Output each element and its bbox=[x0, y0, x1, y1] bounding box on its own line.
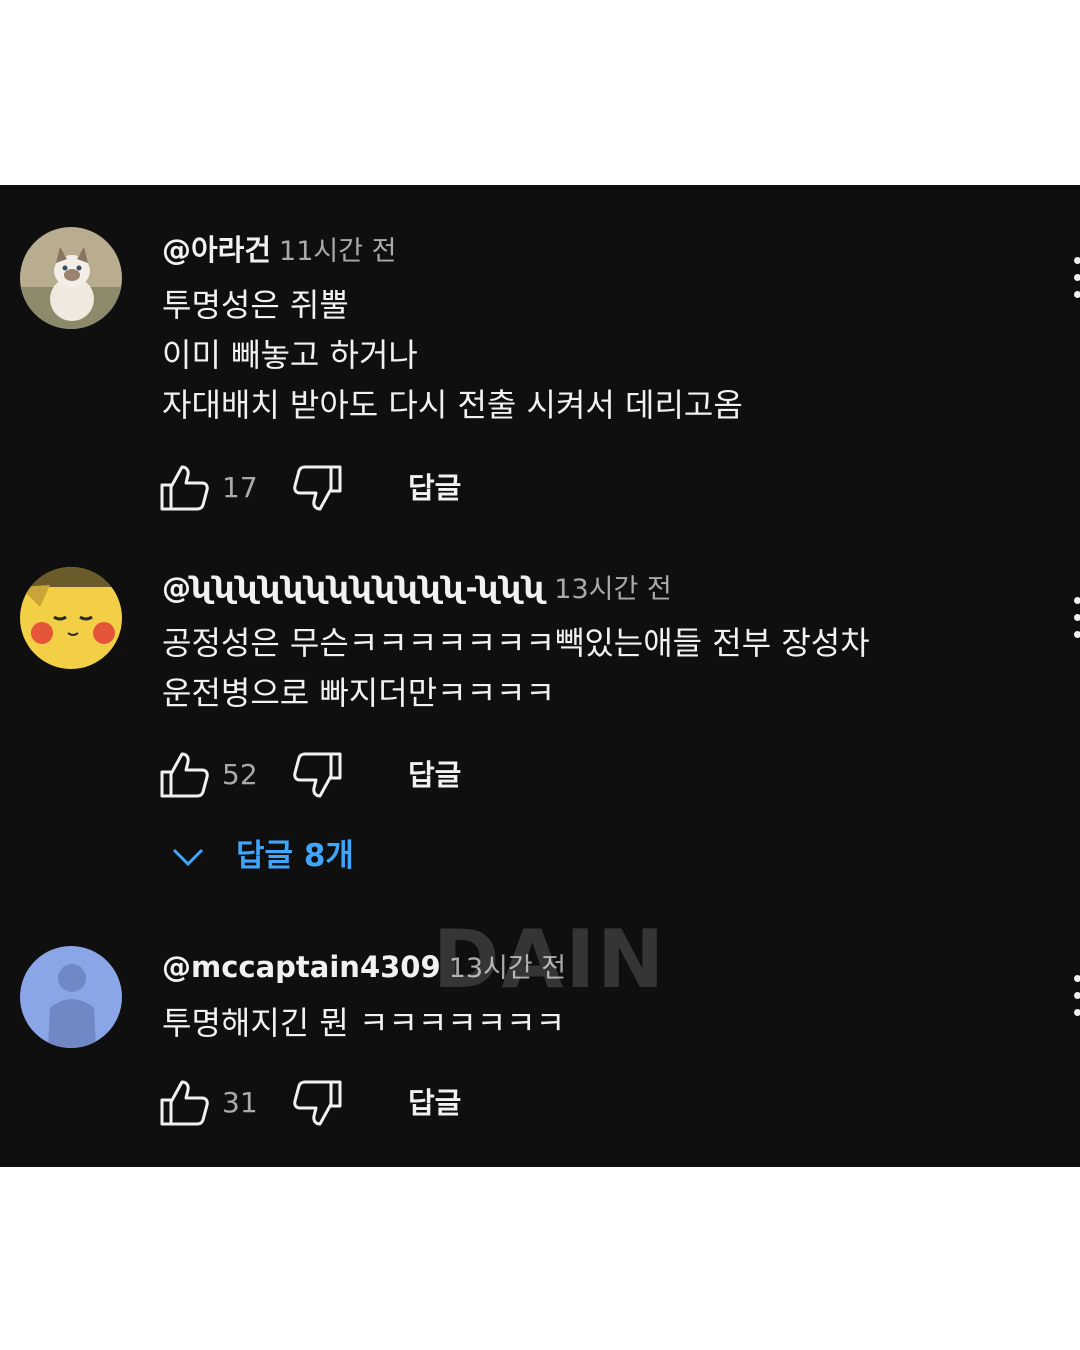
more-options-icon[interactable] bbox=[1070, 597, 1080, 641]
reply-button[interactable]: 답글 bbox=[408, 750, 461, 800]
like-button[interactable] bbox=[158, 463, 210, 513]
thumbs-up-icon bbox=[160, 465, 209, 511]
thumbs-down-icon bbox=[293, 752, 342, 798]
comment-text: 투명해지긴 뭔 ㅋㅋㅋㅋㅋㅋㅋ bbox=[162, 998, 565, 1048]
comment-actions: 31 답글 bbox=[158, 1078, 558, 1128]
reply-button[interactable]: 답글 bbox=[408, 463, 461, 513]
more-options-icon[interactable] bbox=[1070, 975, 1080, 1019]
comment-text: 공정성은 무슨ㅋㅋㅋㅋㅋㅋㅋ빽있는애들 전부 장성차 운전병으로 빠지더만ㅋㅋㅋ… bbox=[162, 618, 870, 718]
comments-panel: @아라건 11시간 전 투명성은 쥐뿔 이미 빼놓고 하거나 자대배치 받아도 다… bbox=[0, 185, 1080, 1167]
comment-text-line: 이미 빼놓고 하거나 bbox=[162, 336, 418, 374]
thumbs-down-icon bbox=[293, 465, 342, 511]
avatar[interactable] bbox=[20, 227, 122, 329]
comment-text: 투명성은 쥐뿔 이미 빼놓고 하거나 자대배치 받아도 다시 전출 시켜서 데리… bbox=[162, 280, 743, 430]
like-count: 31 bbox=[222, 1086, 258, 1119]
comment-text-line: 자대배치 받아도 다시 전출 시켜서 데리고옴 bbox=[162, 386, 743, 424]
thumbs-up-icon bbox=[160, 1080, 209, 1126]
comment-text-line: 투명성은 쥐뿔 bbox=[162, 286, 349, 324]
comment-actions: 52 답글 bbox=[158, 750, 558, 800]
avatar[interactable] bbox=[20, 946, 122, 1048]
comment-text-line: 투명해지긴 뭔 ㅋㅋㅋㅋㅋㅋㅋ bbox=[162, 1004, 566, 1042]
pikachu-avatar-icon bbox=[20, 567, 122, 669]
comment-header: @ʯʯʯʯʯʯʯʯʯʯʯʯ-ʯʯʯ 13시간 전 bbox=[162, 566, 672, 610]
comment-time[interactable]: 13시간 전 bbox=[554, 574, 671, 605]
comment-header: @아라건 11시간 전 bbox=[162, 228, 397, 272]
more-options-icon[interactable] bbox=[1070, 257, 1080, 301]
avatar[interactable] bbox=[20, 567, 122, 669]
dislike-button[interactable] bbox=[292, 463, 344, 513]
comment-actions: 17 답글 bbox=[158, 463, 558, 513]
comment-author[interactable]: @mccaptain4309 bbox=[162, 950, 441, 984]
like-button[interactable] bbox=[158, 1078, 210, 1128]
like-button[interactable] bbox=[158, 750, 210, 800]
comment-time[interactable]: 13시간 전 bbox=[449, 953, 566, 984]
comment-text-line: 운전병으로 빠지더만ㅋㅋㅋㅋ bbox=[162, 674, 555, 712]
thumbs-up-icon bbox=[160, 752, 209, 798]
comment-author[interactable]: @아라건 bbox=[162, 233, 271, 267]
thumbs-down-icon bbox=[293, 1080, 342, 1126]
comment-text-line: 공정성은 무슨ㅋㅋㅋㅋㅋㅋㅋ빽있는애들 전부 장성차 bbox=[162, 624, 870, 662]
comment-time[interactable]: 11시간 전 bbox=[279, 236, 396, 267]
chevron-down-icon bbox=[170, 832, 206, 884]
person-silhouette-avatar-icon bbox=[20, 946, 122, 1048]
view-replies-button[interactable]: 답글 8개 bbox=[170, 830, 354, 882]
like-count: 52 bbox=[222, 758, 258, 791]
dislike-button[interactable] bbox=[292, 1078, 344, 1128]
comment-author[interactable]: @ʯʯʯʯʯʯʯʯʯʯʯʯ-ʯʯʯ bbox=[162, 571, 546, 605]
dislike-button[interactable] bbox=[292, 750, 344, 800]
like-count: 17 bbox=[222, 471, 258, 504]
comment-header: @mccaptain4309 13시간 전 bbox=[162, 945, 566, 989]
view-replies-label: 답글 8개 bbox=[236, 838, 354, 874]
cat-avatar-icon bbox=[20, 227, 122, 329]
reply-button[interactable]: 답글 bbox=[408, 1078, 461, 1128]
